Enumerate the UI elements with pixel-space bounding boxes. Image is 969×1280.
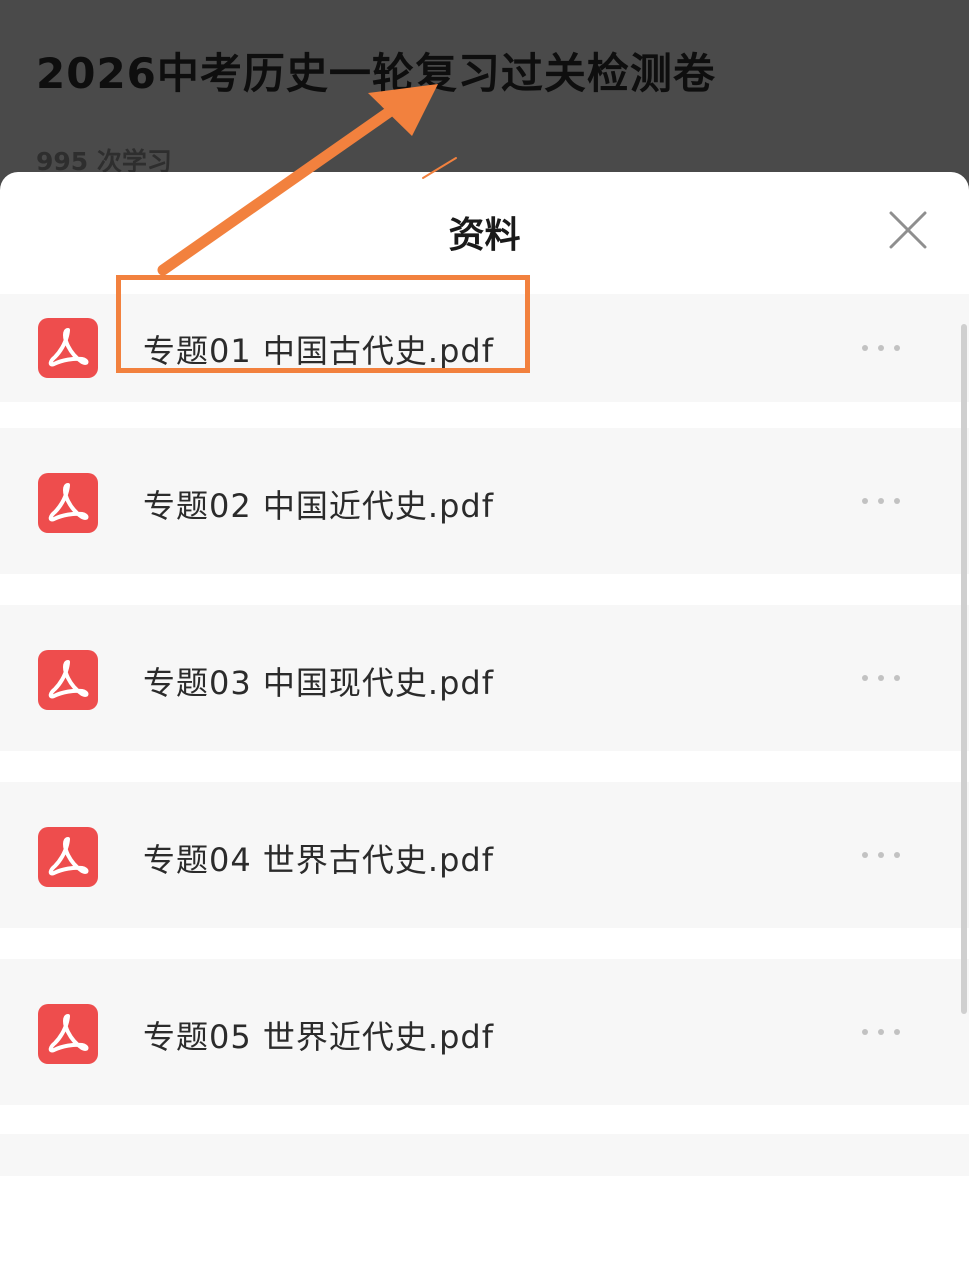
file-row[interactable]: 专题05 世界近代史.pdf xyxy=(0,959,969,1105)
close-icon xyxy=(889,211,927,249)
more-options-button[interactable] xyxy=(858,1022,904,1042)
app-screen: 2026中考历史一轮复习过关检测卷 995 次学习 资料 专题01 中国古代史.… xyxy=(0,0,969,1280)
more-options-button[interactable] xyxy=(858,338,904,358)
highlight-box xyxy=(116,275,530,373)
sheet-title: 资料 xyxy=(448,215,521,256)
pdf-icon xyxy=(38,473,98,533)
file-row[interactable]: 专题02 中国近代史.pdf xyxy=(0,428,969,574)
file-name: 专题04 世界古代史.pdf xyxy=(143,841,494,879)
pdf-icon xyxy=(38,1004,98,1064)
file-row[interactable]: 专题03 中国现代史.pdf xyxy=(0,605,969,751)
file-name: 专题03 中国现代史.pdf xyxy=(143,664,494,702)
file-name: 专题05 世界近代史.pdf xyxy=(143,1018,494,1056)
scrollbar[interactable] xyxy=(961,324,967,1014)
close-button[interactable] xyxy=(884,206,932,254)
more-options-button[interactable] xyxy=(858,668,904,688)
more-options-button[interactable] xyxy=(858,845,904,865)
file-row[interactable]: 专题04 世界古代史.pdf xyxy=(0,782,969,928)
list-item-placeholder xyxy=(0,1134,969,1176)
file-name: 专题02 中国近代史.pdf xyxy=(143,487,494,525)
pdf-icon xyxy=(38,827,98,887)
pdf-icon xyxy=(38,318,98,378)
more-options-button[interactable] xyxy=(858,491,904,511)
pdf-icon xyxy=(38,650,98,710)
course-title: 2026中考历史一轮复习过关检测卷 xyxy=(36,49,716,98)
